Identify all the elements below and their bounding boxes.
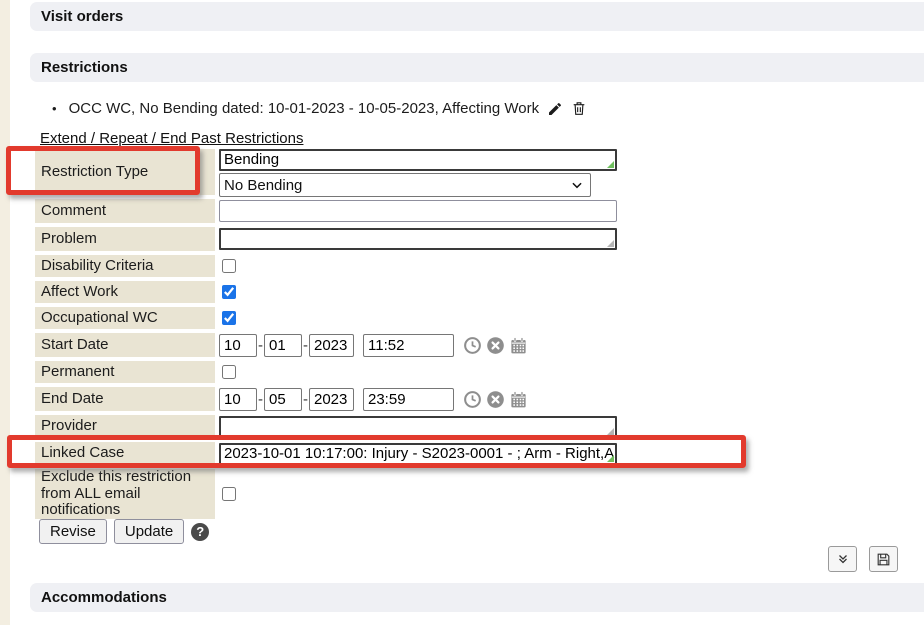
- restriction-type-label: Restriction Type: [35, 149, 215, 195]
- occupational-wc-label: Occupational WC: [35, 307, 215, 329]
- restriction-category-textarea[interactable]: Bending: [219, 149, 617, 171]
- date-separator: -: [258, 337, 263, 354]
- form-row-occupational-wc: Occupational WC: [35, 307, 617, 329]
- save-button[interactable]: [869, 546, 898, 572]
- form-row-provider: Provider: [35, 415, 617, 438]
- double-chevron-down-icon: [836, 552, 850, 566]
- clock-icon[interactable]: [463, 390, 482, 409]
- start-day-input[interactable]: [264, 334, 302, 357]
- bullet-glyph: •: [52, 101, 57, 116]
- start-month-input[interactable]: [219, 334, 257, 357]
- calendar-icon[interactable]: [509, 336, 528, 355]
- start-year-input[interactable]: [309, 334, 354, 357]
- help-icon[interactable]: ?: [191, 523, 209, 541]
- form-row-permanent: Permanent: [35, 361, 617, 383]
- affect-work-label: Affect Work: [35, 281, 215, 303]
- disability-criteria-label: Disability Criteria: [35, 255, 215, 277]
- form-row-end-date: End Date - -: [35, 387, 617, 411]
- panel-corner-buttons: [828, 546, 898, 572]
- date-separator: -: [258, 391, 263, 408]
- date-separator: -: [303, 391, 308, 408]
- start-time-input[interactable]: [363, 334, 454, 357]
- section-header-accommodations: Accommodations: [30, 583, 924, 612]
- form-row-exclude-email: Exclude this restriction from ALL email …: [35, 469, 617, 519]
- end-month-input[interactable]: [219, 388, 257, 411]
- floppy-disk-icon: [876, 552, 891, 567]
- form-actions: Revise Update ?: [39, 519, 209, 544]
- collapse-button[interactable]: [828, 546, 857, 572]
- revise-button[interactable]: Revise: [39, 519, 107, 544]
- provider-textarea[interactable]: [219, 416, 617, 438]
- form-row-problem: Problem: [35, 227, 617, 251]
- linked-case-label: Linked Case: [35, 442, 215, 465]
- restriction-list-item: • OCC WC, No Bending dated: 10-01-2023 -…: [52, 100, 587, 117]
- restriction-type-select[interactable]: No Bending: [219, 173, 591, 197]
- exclude-email-label: Exclude this restriction from ALL email …: [35, 469, 215, 519]
- form-row-start-date: Start Date - -: [35, 333, 617, 357]
- section-title: Visit orders: [41, 8, 123, 25]
- comment-label: Comment: [35, 199, 215, 223]
- provider-label: Provider: [35, 415, 215, 438]
- affect-work-checkbox[interactable]: [222, 285, 236, 299]
- exclude-email-checkbox[interactable]: [222, 487, 236, 501]
- update-button[interactable]: Update: [114, 519, 184, 544]
- extend-repeat-end-link[interactable]: Extend / Repeat / End Past Restrictions: [40, 130, 303, 147]
- problem-textarea[interactable]: [219, 228, 617, 250]
- section-header-visit-orders: Visit orders: [30, 2, 924, 31]
- end-time-input[interactable]: [363, 388, 454, 411]
- permanent-label: Permanent: [35, 361, 215, 383]
- form-row-disability-criteria: Disability Criteria: [35, 255, 617, 277]
- form-row-comment: Comment: [35, 199, 617, 223]
- form-row-affect-work: Affect Work: [35, 281, 617, 303]
- linked-case-textarea[interactable]: 2023-10-01 10:17:00: Injury - S2023-0001…: [219, 443, 617, 465]
- disability-criteria-checkbox[interactable]: [222, 259, 236, 273]
- end-day-input[interactable]: [264, 388, 302, 411]
- clear-circle-icon[interactable]: [486, 390, 505, 409]
- permanent-checkbox[interactable]: [222, 365, 236, 379]
- restriction-summary-text: OCC WC, No Bending dated: 10-01-2023 - 1…: [69, 100, 540, 117]
- end-year-input[interactable]: [309, 388, 354, 411]
- trash-icon[interactable]: [571, 100, 587, 117]
- clock-icon[interactable]: [463, 336, 482, 355]
- section-header-restrictions: Restrictions: [30, 53, 924, 82]
- comment-input[interactable]: [219, 200, 617, 222]
- start-date-label: Start Date: [35, 333, 215, 357]
- end-date-label: End Date: [35, 387, 215, 411]
- left-margin-strip: [0, 0, 10, 625]
- calendar-icon[interactable]: [509, 390, 528, 409]
- problem-label: Problem: [35, 227, 215, 251]
- date-separator: -: [303, 337, 308, 354]
- restrictions-page: Visit orders Restrictions • OCC WC, No B…: [0, 0, 924, 625]
- pencil-icon[interactable]: [547, 101, 563, 117]
- section-title: Restrictions: [41, 59, 128, 76]
- form-row-linked-case: Linked Case 2023-10-01 10:17:00: Injury …: [35, 442, 617, 465]
- clear-circle-icon[interactable]: [486, 336, 505, 355]
- restriction-form: Restriction Type Bending No Bending Comm…: [35, 149, 617, 519]
- form-row-restriction-type: Restriction Type Bending No Bending: [35, 149, 617, 195]
- section-title: Accommodations: [41, 589, 167, 606]
- occupational-wc-checkbox[interactable]: [222, 311, 236, 325]
